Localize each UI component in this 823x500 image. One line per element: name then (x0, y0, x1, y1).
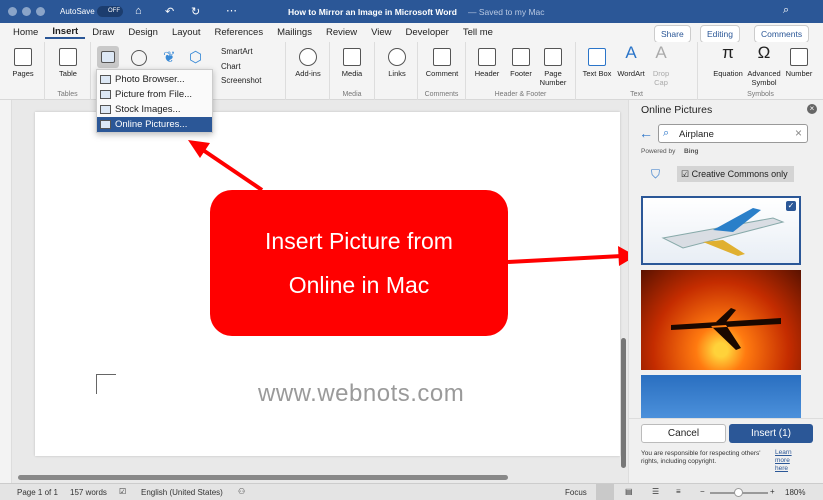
silhouette-airplane-image (671, 308, 781, 350)
print-layout-icon[interactable] (596, 484, 614, 500)
arrowhead-menu (188, 140, 210, 158)
accessibility-icon[interactable]: ⚇ (238, 487, 245, 496)
arrow-to-menu (198, 146, 264, 192)
page-count[interactable]: Page 1 of 1 (17, 488, 58, 497)
pictures-dropdown-menu: Photo Browser... Picture from File... St… (96, 69, 213, 133)
online-pictures-icon (100, 120, 111, 129)
filter-icon[interactable]: ⛉ (651, 167, 660, 182)
selected-check-icon: ✓ (786, 201, 796, 211)
proofing-icon[interactable]: ☑ (119, 487, 126, 496)
photo-browser-icon (100, 75, 111, 84)
search-input[interactable]: ⌕ Airplane × (658, 124, 808, 143)
menu-item-stock-images[interactable]: Stock Images... (97, 102, 212, 117)
insert-button[interactable]: Insert (1) (729, 424, 813, 443)
bing-logo: Bing (684, 148, 699, 155)
picture-file-icon (100, 90, 111, 99)
close-pane-icon[interactable]: × (807, 104, 817, 114)
cancel-button[interactable]: Cancel (641, 424, 726, 443)
zoom-in-button[interactable]: + (770, 487, 775, 496)
focus-button[interactable]: Focus (565, 488, 587, 497)
zoom-slider-thumb[interactable] (734, 488, 743, 497)
copyright-notice: You are responsible for respecting other… (641, 450, 761, 465)
online-pictures-pane: Online Pictures × ← ⌕ Airplane × Powered… (628, 100, 823, 483)
learn-more-link[interactable]: Learn more here (775, 449, 797, 473)
search-value: Airplane (679, 129, 714, 140)
draft-icon[interactable]: ≡ (676, 487, 681, 496)
menu-item-picture-from-file[interactable]: Picture from File... (97, 87, 212, 102)
back-arrow-icon[interactable]: ← (639, 125, 653, 141)
pane-title: Online Pictures (641, 104, 713, 116)
creative-commons-checkbox[interactable]: ☑ Creative Commons only (677, 166, 794, 182)
word-count[interactable]: 157 words (70, 488, 107, 497)
image-result-airplane-white[interactable]: ✓ (641, 196, 801, 265)
powered-by-label: Powered by (641, 148, 676, 155)
arrow-to-pane (507, 254, 623, 264)
airplane-image (661, 208, 785, 256)
zoom-out-button[interactable]: − (700, 487, 705, 496)
image-result-airplane-sunset[interactable] (641, 270, 801, 370)
stock-images-icon (100, 105, 111, 114)
language[interactable]: English (United States) (141, 488, 223, 497)
menu-item-photo-browser[interactable]: Photo Browser... (97, 72, 212, 87)
menu-item-online-pictures[interactable]: Online Pictures... (97, 117, 212, 132)
image-result-airplane-blue[interactable] (641, 375, 801, 420)
search-icon: ⌕ (663, 127, 670, 139)
zoom-level[interactable]: 180% (785, 488, 805, 497)
clear-search-icon[interactable]: × (795, 126, 802, 140)
status-bar: Page 1 of 1 157 words ☑ English (United … (0, 483, 823, 500)
web-layout-icon[interactable]: ▤ (625, 487, 633, 496)
outline-icon[interactable]: ☰ (652, 487, 659, 496)
